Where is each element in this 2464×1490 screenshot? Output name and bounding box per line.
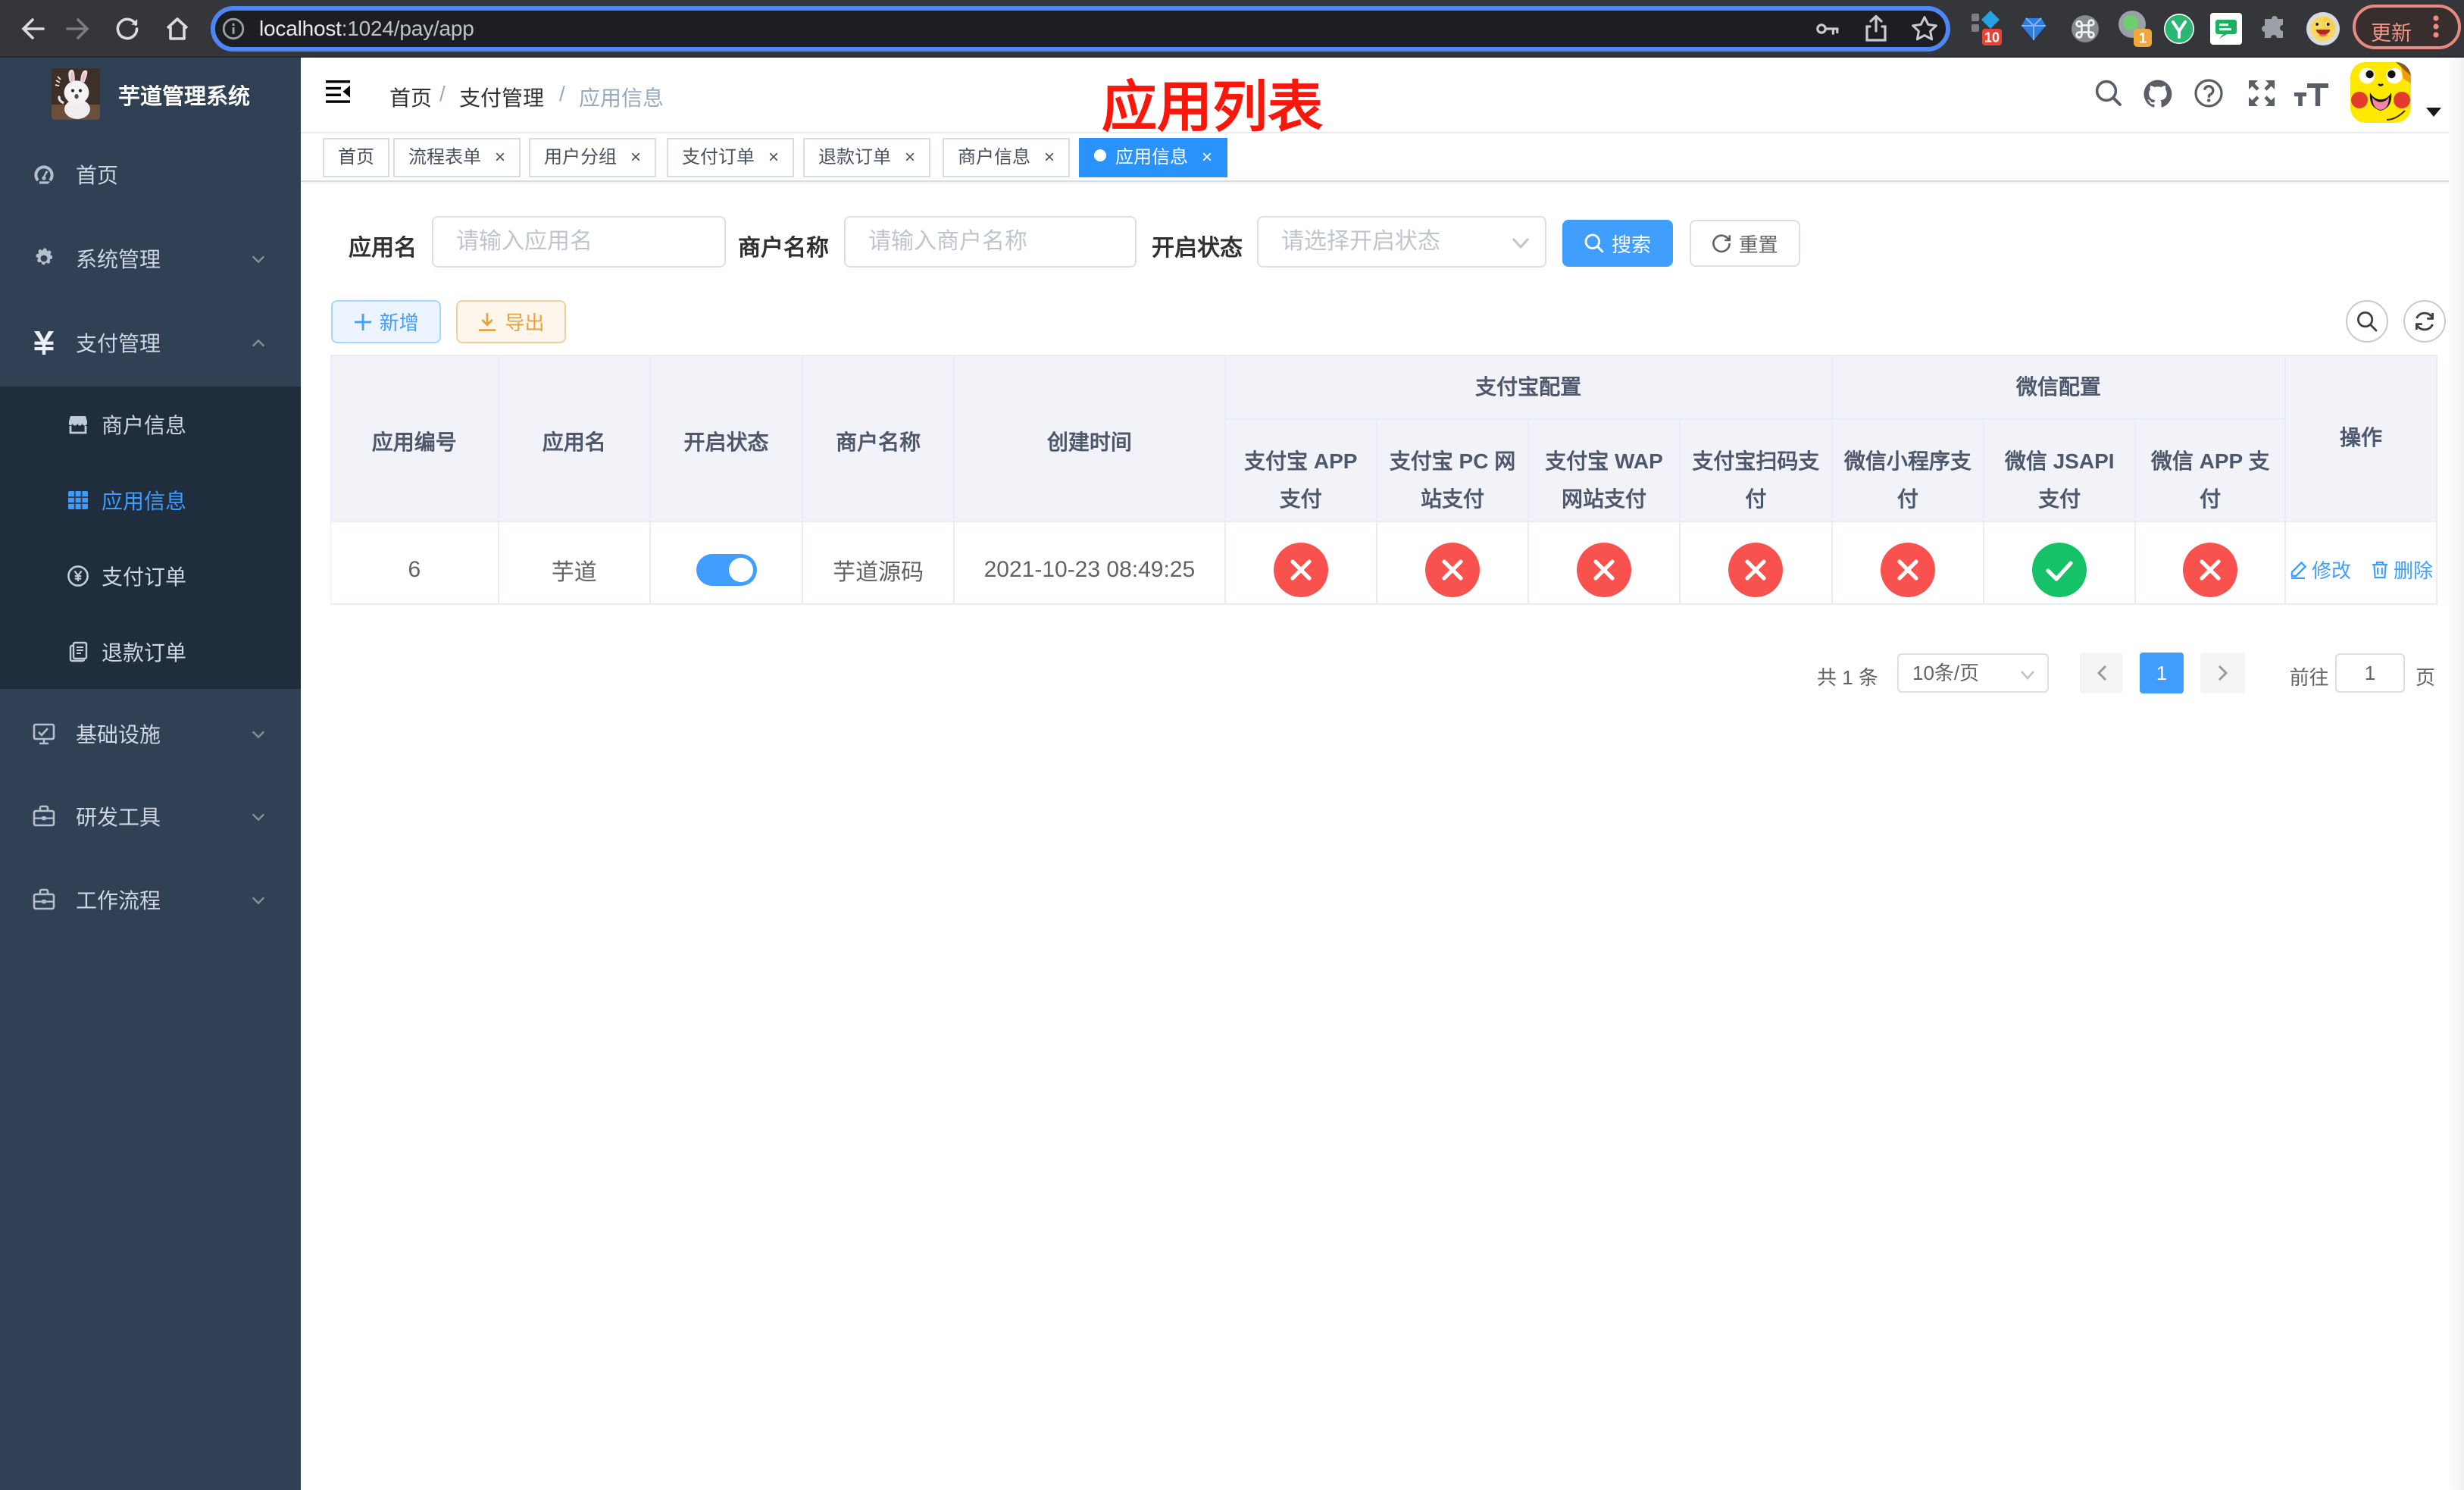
svg-text:10: 10 [1984,30,2000,45]
svg-text:1: 1 [2139,31,2147,47]
